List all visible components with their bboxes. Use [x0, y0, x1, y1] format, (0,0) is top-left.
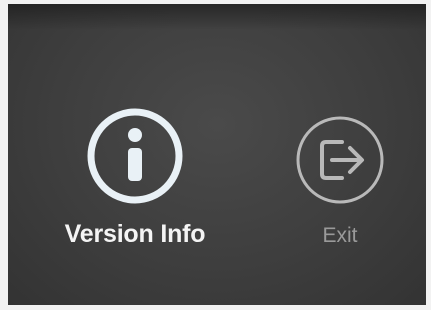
- device-screen: Version Info Exit: [8, 4, 426, 305]
- version-info-button[interactable]: Version Info: [30, 104, 240, 249]
- version-info-label: Version Info: [64, 220, 206, 248]
- exit-icon: [296, 116, 384, 204]
- photo-frame: Version Info Exit: [0, 0, 431, 310]
- exit-label: Exit: [322, 224, 358, 247]
- info-icon: [87, 108, 183, 204]
- exit-button[interactable]: Exit: [276, 112, 404, 248]
